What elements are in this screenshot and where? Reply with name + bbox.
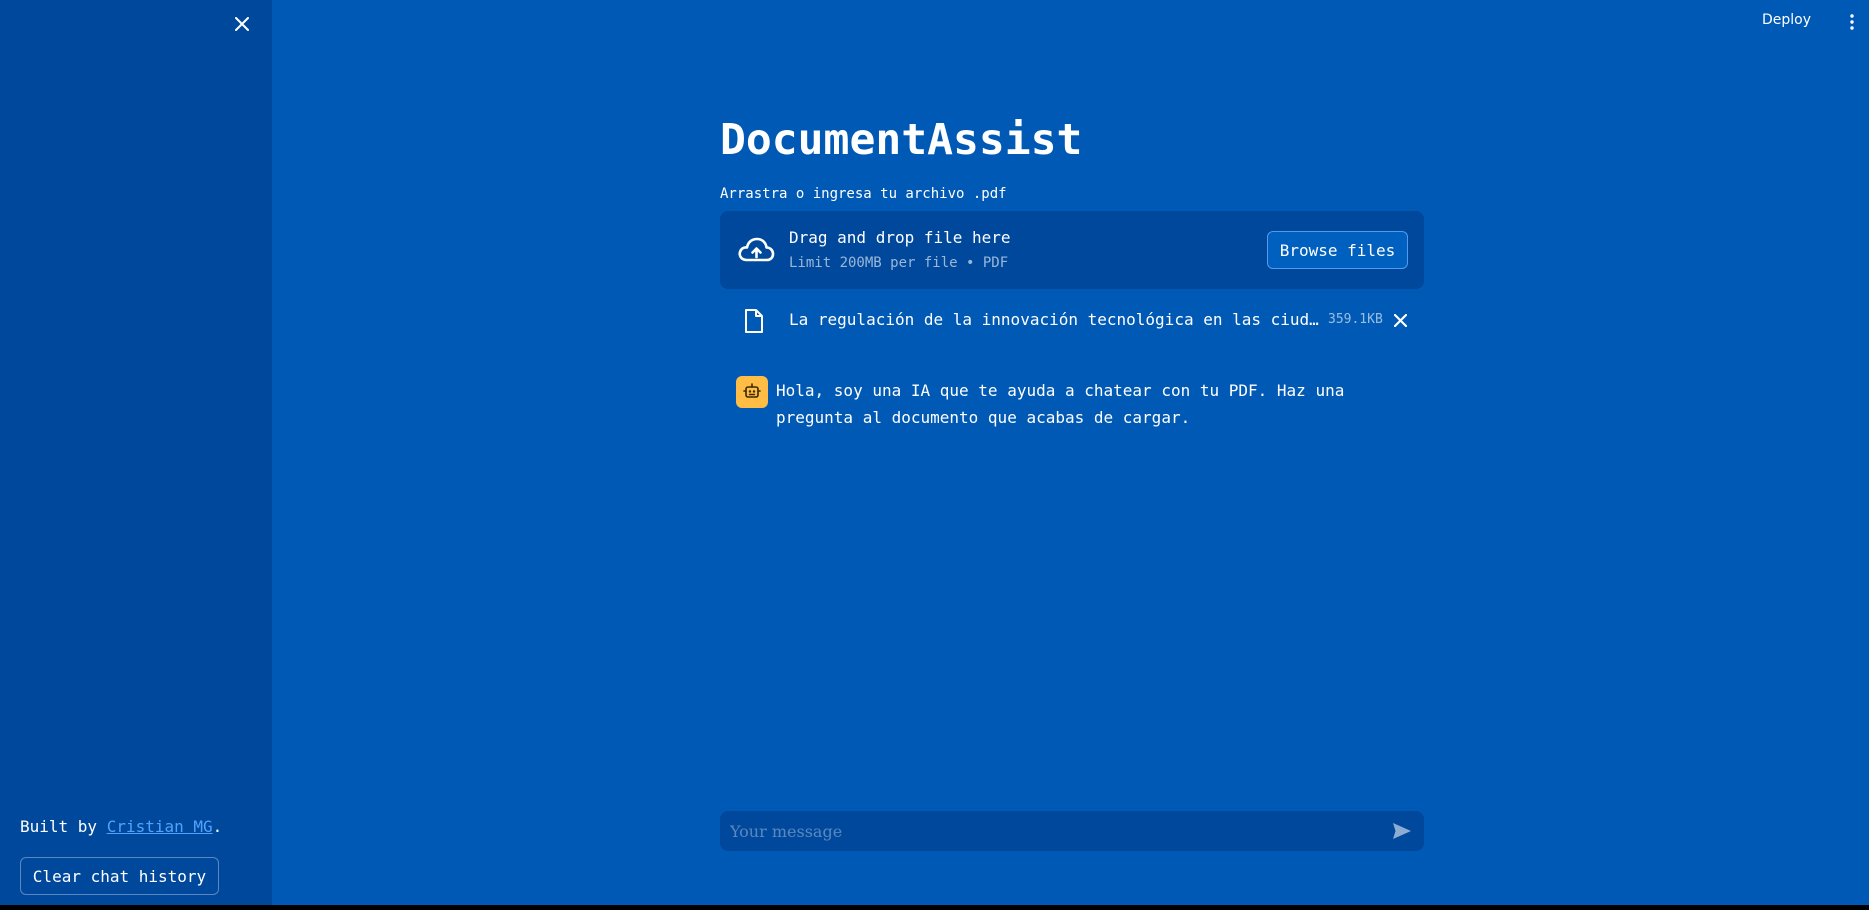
built-by-text: Built by Cristian MG. bbox=[20, 817, 222, 836]
assistant-avatar bbox=[736, 376, 768, 408]
vertical-dots-icon bbox=[1850, 14, 1854, 30]
chat-message-text: Hola, soy una IA que te ayuda a chatear … bbox=[776, 381, 1345, 427]
close-icon bbox=[235, 17, 249, 31]
page-title: DocumentAssist bbox=[720, 115, 1083, 165]
file-icon bbox=[745, 309, 763, 333]
cloud-upload-icon bbox=[738, 237, 775, 262]
file-dropzone[interactable]: Drag and drop file here Limit 200MB per … bbox=[720, 211, 1424, 289]
send-icon bbox=[1393, 823, 1411, 839]
dropzone-subtitle: Limit 200MB per file • PDF bbox=[789, 255, 1009, 271]
dropzone-title: Drag and drop file here bbox=[789, 228, 1011, 247]
uploaded-file-row: La regulación de la innovación tecnológi… bbox=[720, 302, 1424, 338]
clear-chat-history-button[interactable]: Clear chat history bbox=[20, 857, 219, 895]
close-icon bbox=[1393, 313, 1407, 327]
close-sidebar-button[interactable] bbox=[230, 12, 254, 36]
built-by-suffix: . bbox=[212, 817, 223, 836]
author-link[interactable]: Cristian MG bbox=[107, 817, 213, 836]
main-menu-button[interactable] bbox=[1844, 10, 1860, 34]
app-window: Built by Cristian MG. Clear chat history… bbox=[0, 0, 1869, 905]
browse-files-button[interactable]: Browse files bbox=[1267, 231, 1408, 269]
deploy-button[interactable]: Deploy bbox=[1762, 12, 1811, 28]
built-by-prefix: Built by bbox=[20, 817, 107, 836]
chat-message-input[interactable] bbox=[720, 811, 1360, 851]
remove-file-button[interactable] bbox=[1390, 310, 1410, 330]
send-message-button[interactable] bbox=[1390, 819, 1414, 843]
chat-input-container bbox=[720, 811, 1424, 851]
uploaded-file-name: La regulación de la innovación tecnológi… bbox=[789, 310, 1319, 329]
robot-icon bbox=[743, 383, 761, 398]
sidebar: Built by Cristian MG. Clear chat history bbox=[0, 0, 272, 905]
uploader-label: Arrastra o ingresa tu archivo .pdf bbox=[720, 186, 1007, 202]
uploaded-file-size: 359.1KB bbox=[1328, 312, 1383, 327]
